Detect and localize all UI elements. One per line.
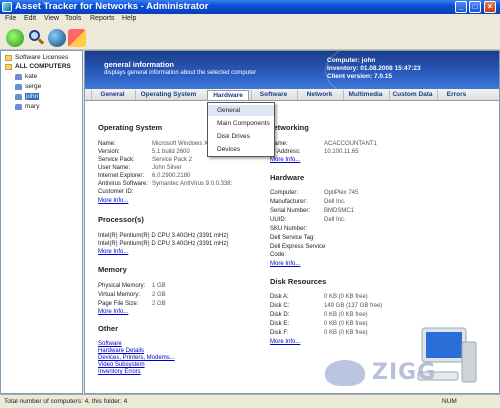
tab-custom-data[interactable]: Custom Data: [389, 90, 435, 100]
other-section-title: Other: [98, 324, 119, 333]
hardware-more-info-link[interactable]: More Info...: [270, 261, 300, 267]
menu-bar: File Edit View Tools Reports Help: [0, 14, 500, 26]
banner-title: general information: [104, 60, 175, 69]
tab-errors[interactable]: Errors: [437, 90, 475, 100]
processor-more-info-link[interactable]: More Info...: [98, 249, 128, 255]
menu-tools[interactable]: Tools: [65, 15, 81, 22]
hardware-details-link[interactable]: Hardware Details: [98, 348, 144, 354]
hardware-dropdown-menu: General Main Components Disk Drives Devi…: [207, 102, 275, 157]
tab-operating-system[interactable]: Operating System: [135, 90, 201, 100]
maximize-button[interactable]: □: [469, 1, 481, 13]
menu-edit[interactable]: Edit: [24, 15, 36, 22]
os-more-info-link[interactable]: More Info...: [98, 198, 128, 204]
processor-row: Intel(R) Pentium(R) D CPU 3.40GHz (3391 …: [98, 241, 229, 247]
menu-file[interactable]: File: [5, 15, 16, 22]
close-button[interactable]: ×: [484, 1, 496, 13]
disk-section-title: Disk Resources: [270, 277, 327, 286]
status-text: Total number of computers: 4, this folde…: [4, 398, 128, 405]
tab-strip: General Operating System Hardware Softwa…: [85, 89, 499, 101]
menu-view[interactable]: View: [44, 15, 59, 22]
tab-hardware[interactable]: Hardware: [207, 90, 249, 100]
dropdown-item-devices[interactable]: Devices: [208, 144, 274, 155]
disk-more-info-link[interactable]: More Info...: [270, 339, 300, 345]
processor-section-title: Processor(s): [98, 215, 144, 224]
tab-general[interactable]: General: [91, 90, 133, 100]
dropdown-item-general[interactable]: General: [208, 105, 274, 116]
memory-section-title: Memory: [98, 265, 127, 274]
dropdown-item-main-components[interactable]: Main Components: [208, 118, 274, 129]
watermark-text: ZIGG: [372, 360, 437, 385]
search-icon[interactable]: [27, 29, 45, 47]
num-lock-indicator: NUM: [442, 398, 457, 405]
whale-logo-icon: [325, 360, 365, 386]
computer-icon: [15, 94, 22, 100]
app-icon: [2, 2, 12, 12]
title-bar: Asset Tracker for Networks - Administrat…: [0, 0, 500, 14]
folder-icon: [5, 64, 12, 70]
computer-meta: Computer: john Inventory: 01.08.2008 15:…: [327, 57, 421, 80]
hardware-section-title: Hardware: [270, 173, 305, 182]
video-subsystem-link[interactable]: Video Subsystem: [98, 362, 145, 368]
window-title: Asset Tracker for Networks - Administrat…: [15, 1, 209, 12]
info-banner: general information displays general inf…: [85, 51, 499, 111]
dropdown-item-disk-drives[interactable]: Disk Drives: [208, 131, 274, 142]
banner-subtitle: displays general information about the s…: [104, 70, 257, 76]
computer-tree: Software Licenses ALL COMPUTERS kate ser…: [0, 50, 83, 394]
tab-network[interactable]: Network: [297, 90, 341, 100]
reports-icon[interactable]: [68, 29, 86, 47]
os-section-title: Operating System: [98, 123, 163, 132]
menu-reports[interactable]: Reports: [90, 15, 115, 22]
computer-icon: [15, 84, 22, 90]
inventory-errors-link[interactable]: Inventory Errors: [98, 369, 141, 375]
tab-multimedia[interactable]: Multimedia: [343, 90, 387, 100]
computer-icon: [15, 74, 22, 80]
menu-help[interactable]: Help: [122, 15, 136, 22]
network-more-info-link[interactable]: More Info...: [270, 157, 300, 163]
refresh-icon[interactable]: [6, 29, 24, 47]
software-link[interactable]: Software: [98, 341, 122, 347]
memory-more-info-link[interactable]: More Info...: [98, 309, 128, 315]
tab-software[interactable]: Software: [251, 90, 295, 100]
toolbar: [0, 26, 500, 50]
network-icon[interactable]: [48, 29, 66, 47]
folder-icon: [5, 55, 12, 61]
computer-icon: [15, 104, 22, 110]
processor-row: Intel(R) Pentium(R) D CPU 3.40GHz (3391 …: [98, 233, 229, 239]
devices-link[interactable]: Devices, Printers, Modems...: [98, 355, 175, 361]
minimize-button[interactable]: _: [455, 1, 467, 13]
status-bar: Total number of computers: 4, this folde…: [0, 394, 500, 408]
